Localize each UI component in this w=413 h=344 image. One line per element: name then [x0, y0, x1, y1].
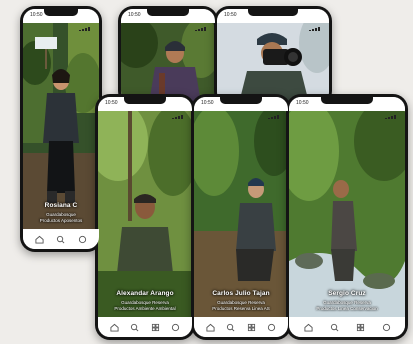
phone-screen: 10:50 [121, 9, 215, 103]
bottom-nav [98, 317, 192, 337]
profile-icon[interactable] [381, 322, 391, 332]
grid-icon[interactable] [246, 322, 256, 332]
bottom-nav [289, 317, 405, 337]
phone-screen: 10:50 [217, 9, 329, 103]
status-time: 10:50 [105, 100, 118, 106]
profile-icon[interactable] [77, 234, 87, 244]
signal-icon [79, 13, 93, 31]
ranger-role: Productos Linea Conservacion [316, 305, 378, 311]
ranger-name: Alexandar Arango [116, 290, 174, 297]
status-time: 10:50 [128, 12, 141, 18]
status-time: 10:50 [30, 12, 43, 18]
ranger-role: Productos Aposentos [39, 217, 83, 223]
profile-caption: Sergio Cruz Guardabosque Reserva Product… [289, 282, 405, 311]
profile-caption: Carlos Julio Tajan Guardabosque Reserva … [194, 282, 288, 311]
phone-screen: 10:50 Alexandar Arango Guardabosque Rese… [98, 97, 192, 337]
phone-screen: 10:50 Carlos Julio Tajan Guardabosque Re… [194, 97, 288, 337]
search-icon[interactable] [226, 322, 236, 332]
ranger-name: Sergio Cruz [328, 290, 366, 297]
grid-icon[interactable] [355, 322, 365, 332]
ranger-role: Productos Reserva Linea AS [212, 305, 270, 311]
home-icon[interactable] [303, 322, 313, 332]
status-bar: 10:50 [121, 9, 215, 31]
notch [147, 9, 189, 16]
status-bar: 10:50 [217, 9, 329, 31]
phone-mockup-3: 10:50 [214, 6, 332, 106]
signal-icon [309, 13, 323, 31]
status-bar: 10:50 [23, 9, 99, 31]
profile-caption: Alexandar Arango Guardabosque Reserva Pr… [98, 282, 192, 311]
bottom-nav [194, 317, 288, 337]
phone-mockup-6: 10:50 Sergio Cruz Guardabosque Reserva P… [286, 94, 408, 340]
notch [44, 9, 78, 16]
home-icon[interactable] [35, 234, 45, 244]
search-icon[interactable] [130, 322, 140, 332]
status-bar: 10:50 [98, 97, 192, 119]
profile-icon[interactable] [171, 322, 181, 332]
notch [248, 9, 298, 16]
home-icon[interactable] [205, 322, 215, 332]
ranger-name: Carlos Julio Tajan [212, 290, 270, 297]
phone-mockup-5: 10:50 Carlos Julio Tajan Guardabosque Re… [191, 94, 291, 340]
signal-icon [268, 101, 282, 119]
status-time: 10:50 [201, 100, 214, 106]
status-time: 10:50 [224, 12, 237, 18]
status-time: 10:50 [296, 100, 309, 106]
signal-icon [385, 101, 399, 119]
profile-caption: Rosiana C Guardabosque Productos Aposent… [23, 194, 99, 223]
bottom-nav [23, 229, 99, 249]
profile-icon[interactable] [267, 322, 277, 332]
ranger-photo [217, 23, 329, 103]
signal-icon [172, 101, 186, 119]
search-icon[interactable] [329, 322, 339, 332]
phone-screen: 10:50 Sergio Cruz Guardabosque Reserva P… [289, 97, 405, 337]
phone-mockup-1: 10:50 Rosiana C Guardabosque Productos A… [20, 6, 102, 252]
grid-icon[interactable] [150, 322, 160, 332]
ranger-photo [121, 23, 215, 103]
notch [220, 97, 262, 104]
status-bar: 10:50 [289, 97, 405, 119]
search-icon[interactable] [56, 234, 66, 244]
status-bar: 10:50 [194, 97, 288, 119]
home-icon[interactable] [109, 322, 119, 332]
ranger-name: Rosiana C [44, 202, 78, 209]
phone-screen: 10:50 Rosiana C Guardabosque Productos A… [23, 9, 99, 249]
notch [321, 97, 373, 104]
phone-mockup-2: 10:50 [118, 6, 218, 106]
notch [124, 97, 166, 104]
phone-mockup-4: 10:50 Alexandar Arango Guardabosque Rese… [95, 94, 195, 340]
ranger-role: Productos Ambiente Ambiental [114, 305, 176, 311]
signal-icon [195, 13, 209, 31]
